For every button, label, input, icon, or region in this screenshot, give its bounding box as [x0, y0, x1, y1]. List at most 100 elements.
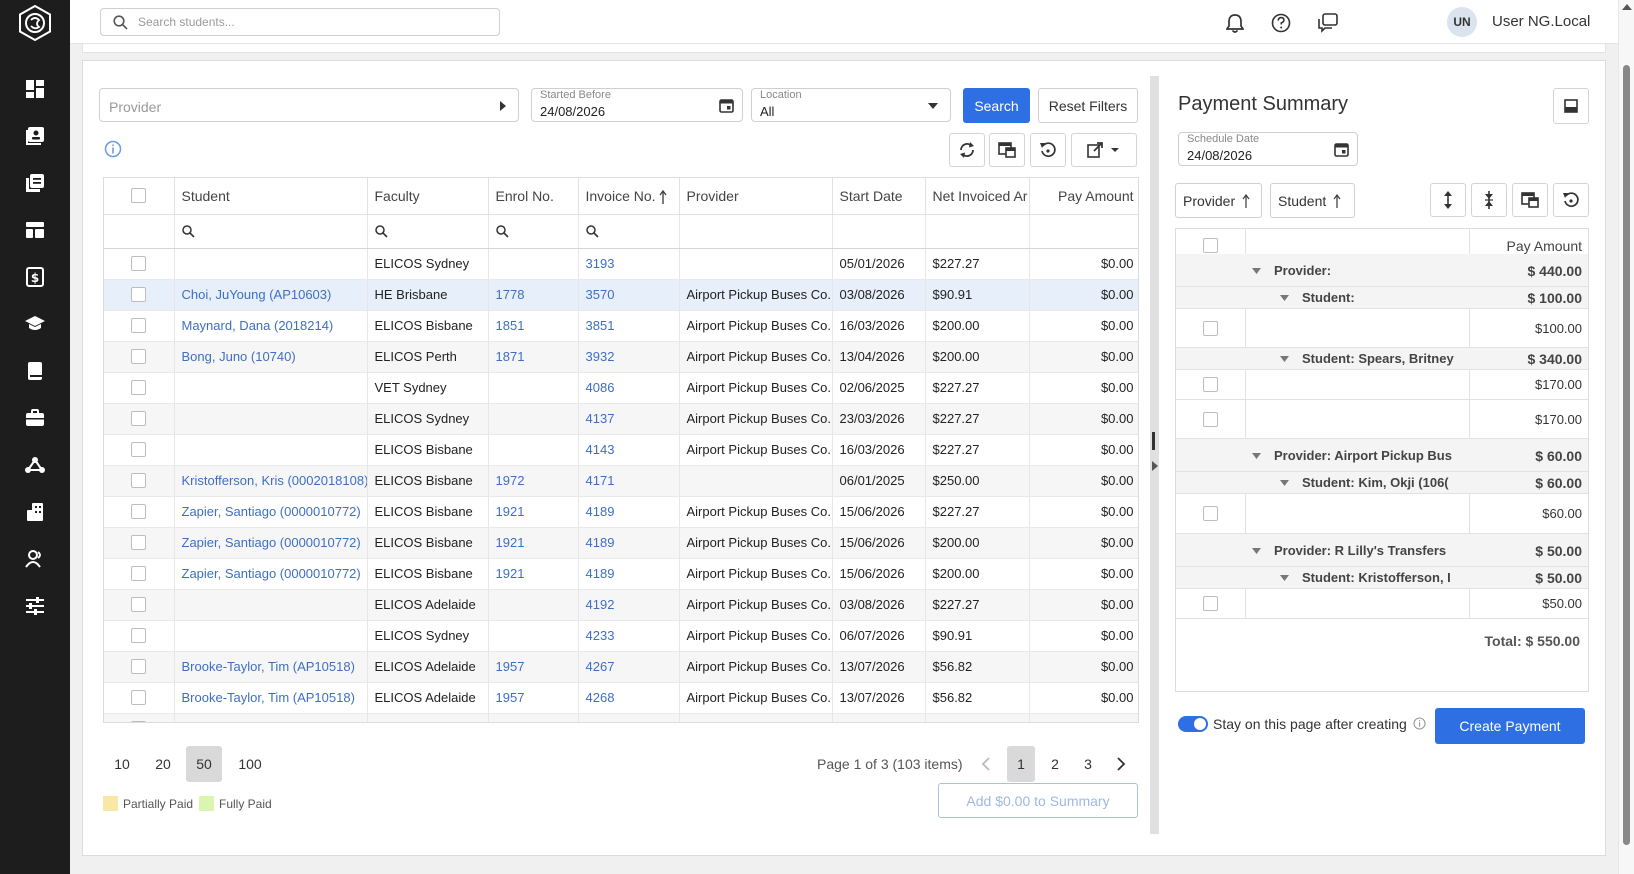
cell-student[interactable]: Bong, Juno (10740) — [174, 341, 368, 373]
collapse-arrow-icon[interactable] — [1152, 461, 1158, 471]
student-card-icon[interactable] — [18, 119, 52, 153]
page-size-20[interactable]: 20 — [145, 746, 181, 782]
cell-invoice-no[interactable]: 4269 — [578, 713, 680, 722]
cell-enrol-no[interactable]: 1921 — [488, 527, 579, 559]
row-checkbox[interactable] — [104, 589, 175, 621]
table-row[interactable]: Kristofferson, Kris (0002018108) ELICOS B… — [104, 465, 1138, 497]
cell-invoice-no[interactable]: 4143 — [578, 434, 680, 466]
summary-row-checkbox[interactable] — [1176, 494, 1246, 533]
cell-enrol-no[interactable]: 1972 — [488, 465, 579, 497]
col-header-faculty[interactable]: Faculty — [367, 178, 489, 215]
settings-sliders-icon[interactable] — [18, 589, 52, 623]
col-header-net-invoiced[interactable]: Net Invoiced Ar — [925, 178, 1030, 215]
page-size-100[interactable]: 100 — [232, 746, 268, 782]
create-payment-button[interactable]: Create Payment — [1435, 708, 1585, 744]
row-checkbox[interactable] — [104, 279, 175, 311]
page-1-button[interactable]: 1 — [1007, 746, 1035, 782]
table-row[interactable]: ELICOS Sydney 4137 Airport Pickup Buses Co… — [104, 403, 1138, 435]
cell-student[interactable]: Brooke-Taylor, Tim (AP10518) — [174, 682, 368, 714]
table-row[interactable]: Bong, Juno (10740) ELICOS Perth 1871 3932 Ai… — [104, 341, 1138, 373]
collapse-all-button[interactable] — [1471, 183, 1507, 217]
summary-student-group-row[interactable]: Student: $ 100.00 — [1176, 287, 1588, 309]
row-checkbox[interactable] — [104, 341, 175, 373]
graduation-cap-icon[interactable] — [18, 307, 52, 341]
cell-enrol-no[interactable]: 1957 — [488, 713, 579, 722]
cell-student[interactable]: Zapier, Santiago (0000010772) — [174, 558, 368, 590]
cell-student[interactable]: Brooke-Taylor, Tim (AP10518) — [174, 651, 368, 683]
cell-invoice-no[interactable]: 4267 — [578, 651, 680, 683]
invoice-filter-cell[interactable] — [578, 214, 680, 249]
cell-student[interactable] — [174, 434, 368, 466]
cell-invoice-no[interactable]: 3851 — [578, 310, 680, 342]
col-header-start-date[interactable]: Start Date — [832, 178, 926, 215]
cell-invoice-no[interactable]: 4189 — [578, 558, 680, 590]
cell-student[interactable] — [174, 403, 368, 435]
user-name[interactable]: User NG.Local — [1492, 13, 1590, 30]
student-search-input[interactable] — [138, 15, 478, 29]
cell-enrol-no[interactable]: 1871 — [488, 341, 579, 373]
calendar-icon[interactable] — [719, 98, 734, 113]
cell-invoice-no[interactable]: 4086 — [578, 372, 680, 404]
page-size-10[interactable]: 10 — [104, 746, 140, 782]
group-provider-chip[interactable]: Provider — [1175, 183, 1262, 218]
search-button[interactable]: Search — [963, 88, 1030, 123]
cell-student[interactable]: Maynard, Dana (2018214) — [174, 310, 368, 342]
table-row[interactable]: VET Sydney 4086 Airport Pickup Buses Co. 02… — [104, 372, 1138, 404]
cell-student[interactable]: Choi, JuYoung (AP10603) — [174, 279, 368, 311]
group-student-chip[interactable]: Student — [1270, 183, 1355, 218]
table-row[interactable]: Brooke-Taylor, Tim (AP10518)ELICOS Adela… — [104, 651, 1138, 683]
summary-column-chooser-button[interactable] — [1512, 183, 1548, 217]
col-header-student[interactable]: Student — [174, 178, 368, 215]
row-checkbox[interactable] — [104, 372, 175, 404]
row-checkbox[interactable] — [104, 310, 175, 342]
summary-pay-amount-header[interactable]: Pay Amount — [1507, 238, 1583, 254]
app-logo-icon[interactable] — [17, 5, 53, 41]
cell-student[interactable] — [174, 248, 368, 280]
stay-on-page-toggle[interactable] — [1178, 716, 1208, 732]
table-row[interactable]: Brooke-Taylor, Tim (AP10518)ELICOS Adela… — [104, 682, 1138, 714]
col-header-enrol-no[interactable]: Enrol No. — [488, 178, 579, 215]
cell-invoice-no[interactable]: 4137 — [578, 403, 680, 435]
column-chooser-button[interactable] — [989, 133, 1025, 167]
building-icon[interactable] — [18, 495, 52, 529]
student-filter-cell[interactable] — [174, 214, 368, 249]
cell-invoice-no[interactable]: 3193 — [578, 248, 680, 280]
summary-provider-group-row[interactable]: Provider: $ 440.00 — [1176, 254, 1588, 287]
refresh-button[interactable] — [949, 133, 985, 167]
calendar-icon[interactable] — [1334, 142, 1349, 157]
reset-filters-button[interactable]: Reset Filters — [1038, 88, 1138, 123]
started-before-field[interactable]: Started Before 24/08/2026 — [531, 88, 743, 122]
summary-detail-row[interactable]: $170.00 — [1176, 400, 1588, 439]
next-page-button[interactable] — [1107, 746, 1135, 782]
table-row[interactable]: ELICOS Sydney 3193 05/01/2026 $227.27 $0.00 — [104, 248, 1138, 280]
cell-enrol-no[interactable]: 1921 — [488, 558, 579, 590]
cell-enrol-no[interactable] — [488, 434, 579, 466]
page-scrollbar[interactable] — [1618, 0, 1634, 874]
row-checkbox[interactable] — [104, 682, 175, 714]
documents-icon[interactable] — [18, 166, 52, 200]
layout-icon[interactable] — [18, 213, 52, 247]
chevron-down-icon[interactable] — [1252, 547, 1261, 554]
summary-detail-row[interactable]: $100.00 — [1176, 309, 1588, 348]
page-2-button[interactable]: 2 — [1041, 746, 1069, 782]
table-row[interactable]: ELICOS Adelaide 4192 Airport Pickup Buses … — [104, 589, 1138, 621]
messages-icon[interactable] — [1317, 12, 1339, 34]
row-checkbox[interactable] — [104, 496, 175, 528]
col-header-pay-amount[interactable]: Pay Amount — [1029, 178, 1138, 215]
briefcase-icon[interactable] — [18, 401, 52, 435]
cell-enrol-no[interactable]: 1851 — [488, 310, 579, 342]
info-icon[interactable] — [104, 140, 122, 158]
table-row[interactable]: ELICOS Sydney 4233 Airport Pickup Buses Co… — [104, 620, 1138, 652]
export-button[interactable] — [1071, 133, 1137, 167]
summary-row-checkbox[interactable] — [1176, 370, 1246, 399]
chevron-down-icon[interactable] — [1280, 480, 1289, 486]
info-icon[interactable] — [1413, 717, 1426, 730]
user-avatar[interactable]: UN — [1447, 7, 1477, 37]
table-row[interactable]: Zapier, Santiago (0000010772) ELICOS Bisb… — [104, 527, 1138, 559]
cell-enrol-no[interactable]: 1921 — [488, 496, 579, 528]
table-row[interactable]: Brooke-Taylor, Tim (AP10518)ELICOS Adela… — [104, 713, 1138, 722]
col-header-provider[interactable]: Provider — [679, 178, 833, 215]
summary-student-group-row[interactable]: Student: Kim, Okji (106($ 60.00 — [1176, 472, 1588, 494]
chevron-down-icon[interactable] — [1280, 575, 1289, 581]
finance-icon[interactable]: $ — [18, 260, 52, 294]
